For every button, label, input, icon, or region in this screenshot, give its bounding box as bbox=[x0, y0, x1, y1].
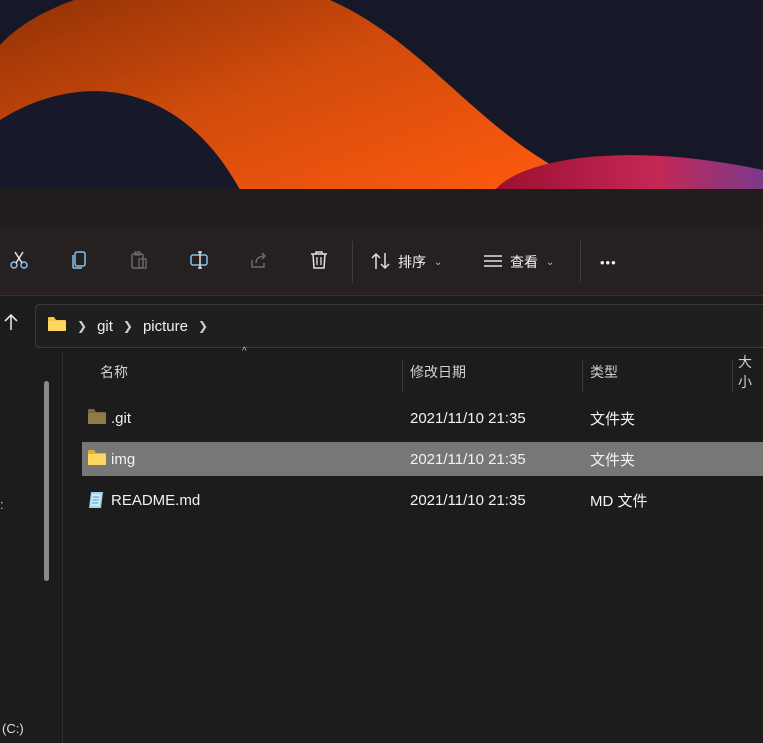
column-divider[interactable] bbox=[402, 360, 403, 392]
up-button[interactable] bbox=[0, 310, 22, 338]
cut-button[interactable] bbox=[2, 245, 36, 279]
file-name: .git bbox=[111, 409, 132, 427]
trash-icon bbox=[309, 250, 329, 275]
view-list-icon bbox=[482, 251, 504, 274]
delete-button[interactable] bbox=[302, 245, 336, 279]
file-type: 文件夹 bbox=[590, 451, 636, 469]
file-name: img bbox=[111, 450, 136, 468]
sort-label: 排序 bbox=[398, 254, 426, 270]
rename-button[interactable] bbox=[182, 245, 216, 279]
chevron-down-icon: ⌄ bbox=[546, 256, 555, 268]
chevron-down-icon: ⌄ bbox=[434, 256, 443, 268]
copy-button[interactable] bbox=[62, 245, 96, 279]
share-icon bbox=[249, 250, 269, 275]
column-header-size-label: 大小 bbox=[738, 354, 752, 390]
column-header-type-label: 类型 bbox=[590, 364, 618, 380]
file-date: 2021/11/10 21:35 bbox=[410, 409, 526, 427]
file-name: README.md bbox=[111, 491, 201, 509]
column-divider[interactable] bbox=[582, 360, 583, 392]
navigation-bar: ❯ git ❯ picture ❯ bbox=[0, 296, 763, 352]
column-header-date[interactable]: 修改日期 bbox=[410, 352, 466, 392]
chevron-right-icon: ❯ bbox=[198, 319, 209, 333]
more-icon: ••• bbox=[600, 254, 617, 270]
view-label: 查看 bbox=[510, 254, 538, 270]
navigation-pane: : (C:) bbox=[0, 352, 63, 743]
folder-icon bbox=[47, 316, 67, 337]
file-row-readme[interactable]: README.md 2021/11/10 21:35 MD 文件 bbox=[82, 483, 763, 517]
file-list: 名称 ^ 修改日期 类型 大小 .git 2021/11/10 21:35 文件… bbox=[82, 346, 763, 743]
share-button[interactable] bbox=[242, 245, 276, 279]
folder-icon bbox=[87, 449, 107, 469]
chevron-right-icon: ❯ bbox=[77, 319, 88, 333]
file-type: MD 文件 bbox=[590, 492, 648, 510]
scissors-icon bbox=[9, 250, 29, 275]
wallpaper-graphic bbox=[0, 0, 763, 190]
more-options-button[interactable]: ••• bbox=[600, 245, 617, 279]
file-date: 2021/11/10 21:35 bbox=[410, 491, 526, 509]
desktop-wallpaper bbox=[0, 0, 763, 190]
rename-icon bbox=[189, 250, 209, 275]
copy-icon bbox=[69, 250, 89, 275]
column-header-size[interactable]: 大小 bbox=[738, 352, 763, 392]
folder-dark-icon bbox=[87, 408, 107, 428]
paste-button[interactable] bbox=[122, 245, 156, 279]
sort-button[interactable]: 排序 ⌄ bbox=[370, 245, 442, 279]
column-header-name[interactable]: 名称 bbox=[100, 352, 128, 392]
column-divider[interactable] bbox=[732, 360, 733, 392]
file-date: 2021/11/10 21:35 bbox=[410, 450, 526, 468]
arrow-up-icon bbox=[3, 313, 19, 336]
column-header-name-label: 名称 bbox=[100, 364, 128, 380]
file-type: 文件夹 bbox=[590, 410, 636, 428]
breadcrumb-item-picture[interactable]: picture bbox=[143, 318, 188, 335]
column-header-date-label: 修改日期 bbox=[410, 364, 466, 380]
sort-ascending-icon: ^ bbox=[242, 346, 247, 357]
address-bar[interactable]: ❯ git ❯ picture ❯ bbox=[35, 304, 763, 348]
drive-c-item[interactable]: (C:) bbox=[2, 721, 24, 736]
clipboard-icon bbox=[129, 250, 149, 275]
file-row-img[interactable]: img 2021/11/10 21:35 文件夹 bbox=[82, 442, 763, 476]
view-button[interactable]: 查看 ⌄ bbox=[482, 245, 554, 279]
nav-pane-scrollbar[interactable] bbox=[44, 381, 49, 581]
toolbar-separator bbox=[580, 241, 581, 283]
toolbar-separator bbox=[352, 241, 353, 283]
chevron-right-icon: ❯ bbox=[122, 319, 133, 333]
breadcrumb-item-git[interactable]: git bbox=[97, 318, 113, 335]
column-header-type[interactable]: 类型 bbox=[590, 352, 618, 392]
nav-pane-truncated-item[interactable]: : bbox=[0, 497, 4, 512]
md-file-icon bbox=[87, 490, 107, 510]
file-row-git[interactable]: .git 2021/11/10 21:35 文件夹 bbox=[82, 401, 763, 435]
sort-icon bbox=[370, 251, 392, 274]
title-bar bbox=[0, 189, 763, 229]
command-bar: 排序 ⌄ 查看 ⌄ ••• bbox=[0, 229, 763, 296]
